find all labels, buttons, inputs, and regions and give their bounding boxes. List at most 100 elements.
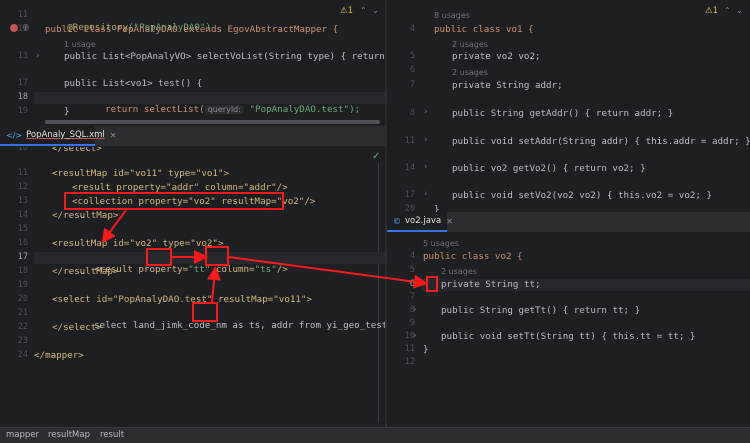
status-bar: mapper resultMap result [0,427,750,443]
resultmap-vo2-open: <resultMap id="vo2" type="vo2"> [52,238,224,249]
line-number: 10 [17,147,28,153]
usage-hint[interactable]: 2 usages [441,266,477,278]
tab-vo2-java[interactable]: © vo2.java ✕ [387,212,453,232]
xml-editor[interactable]: 10 11 12 13 14 15 16 17 18 19 20 21 22 2… [0,147,385,427]
breakpoint-icon[interactable] [10,24,18,32]
line-number: 6 [409,65,415,75]
fold-icon[interactable]: › [413,305,417,315]
usage-hint[interactable]: 8 usages [434,10,470,22]
usage-hint[interactable]: 2 usages [452,67,488,79]
line-number: 17 [404,190,415,200]
close-icon[interactable]: ✕ [446,217,453,226]
line-number: 12 [17,182,28,192]
fold-icon[interactable]: › [413,331,417,341]
line-number: 5 [409,51,415,61]
mapper-close-tag: </mapper> [34,350,84,361]
right-edge [378,163,379,423]
return-keyword: return selectList( [105,104,205,115]
fold-icon[interactable]: › [424,162,428,172]
line-number: 21 [17,308,28,318]
query-id-string: "PopAnalyDAO.test"); [249,104,361,115]
highlight-column-ts [205,246,229,266]
highlight-property-tt [146,248,172,266]
select-open-tag: <select id="PopAnalyDAO.test" resultMap=… [52,294,312,305]
dao-gutter: 11 12 13 17 18 19 [0,0,34,125]
vo2-class-decl: public class vo2 { [423,251,523,262]
method-setTt: public void setTt(String tt) { this.tt =… [441,331,696,342]
breadcrumb-mapper[interactable]: mapper [6,430,39,440]
param-hint: queryId: [204,105,244,114]
line-number: 17 [17,78,28,88]
result-end: /> [276,264,288,275]
warning-indicator[interactable]: ⚠1 [340,6,353,16]
class-declaration: public class PopAnalyDAO extends EgovAbs… [45,24,339,35]
resultmap-close-2: </resultMap> [52,266,119,277]
check-icon[interactable]: ✓ [372,151,380,162]
horizontal-scrollbar[interactable] [45,120,380,124]
field-addr: private String addr; [452,80,563,91]
fold-icon[interactable]: › [36,51,40,61]
line-number: 15 [17,224,28,234]
method-test: public List<vo1> test() { [64,78,203,89]
sql-alias-ts: ts [249,320,261,331]
chevron-up-icon[interactable]: ⌃ [724,6,731,15]
close-icon[interactable]: ✕ [110,131,117,140]
closing-brace: } [423,344,429,355]
usage-hint[interactable]: 1 usage [64,39,96,51]
line-number: 13 [17,51,28,61]
method-selectVoList: public List<PopAnalyVO> selectVoList(Str… [64,51,385,62]
highlight-field-tt [426,276,438,292]
field-tt: private String tt; [441,279,541,290]
tab-popanaly-sql[interactable]: </> PopAnaly_SQL.xml ✕ [0,126,116,146]
fold-icon[interactable]: › [424,107,428,117]
usage-hint[interactable]: 5 usages [423,238,459,250]
line-number: 20 [17,294,28,304]
breadcrumb-resultmap[interactable]: resultMap [48,430,90,440]
sql-select: select land_jimk_code_nm as [94,320,244,331]
select-close-tag: </select> [52,147,102,154]
line-number: 17 [17,252,28,262]
chevron-down-icon[interactable]: ⌄ [736,6,743,15]
line-number: 11 [404,136,415,146]
line-number: 13 [17,196,28,206]
highlight-collection [64,192,284,210]
line-number: 4 [409,24,415,34]
xml-file-icon: </> [6,130,23,140]
vo2-tab-bar: © vo2.java ✕ [387,212,750,233]
warning-indicator[interactable]: ⚠1 [705,6,718,16]
line-number: 18 [17,92,28,102]
select-close-tag-2: </select> [52,322,102,333]
fold-icon[interactable]: › [424,135,428,145]
line-number: 4 [409,251,415,261]
line-number: 12 [404,357,415,367]
chevron-down-icon[interactable]: ⌄ [372,6,379,15]
line-number: 11 [404,344,415,354]
fold-icon[interactable]: › [424,189,428,199]
line-number: 6 [409,279,415,289]
run-gutter-icon[interactable]: ⊕ [22,23,30,33]
method-getVo2: public vo2 getVo2() { return vo2; } [452,163,646,174]
xml-tab-bar: </> PopAnaly_SQL.xml ✕ [0,126,385,147]
column-ts: "ts" [254,264,277,275]
line-number: 23 [17,336,28,346]
class-file-icon: © [393,216,401,226]
method-setAddr: public void setAddr(String addr) { this.… [452,136,750,147]
dao-editor[interactable]: 11 12 13 17 18 19 ⊕ ⚠1 ⌃ ⌄ @Repository("… [0,0,385,125]
chevron-up-icon[interactable]: ⌃ [360,6,367,15]
usage-hint[interactable]: 2 usages [452,39,488,51]
line-number: 16 [17,238,28,248]
method-setVo2: public void setVo2(vo2 vo2) { this.vo2 =… [452,190,712,201]
vo1-editor[interactable]: 4 5 6 7 8 11 14 17 20 8 usages ⚠1 ⌃ ⌄ pu… [387,0,750,212]
line-number: 18 [17,266,28,276]
resultmap-vo11-open: <resultMap id="vo11" type="vo1"> [52,168,230,179]
xml-gutter: 10 11 12 13 14 15 16 17 18 19 20 21 22 2… [0,147,34,427]
line-number: 7 [409,292,415,302]
line-number: 14 [17,210,28,220]
line-number: 9 [409,318,415,328]
breadcrumb-result[interactable]: result [100,430,124,440]
line-number: 19 [17,106,28,116]
tab-label: vo2.java [405,216,442,226]
vo2-editor[interactable]: 4 5 6 7 8 9 10 11 12 5 usages public cla… [387,233,750,428]
highlight-sql-ts [192,302,218,322]
closing-brace: } [434,204,440,212]
